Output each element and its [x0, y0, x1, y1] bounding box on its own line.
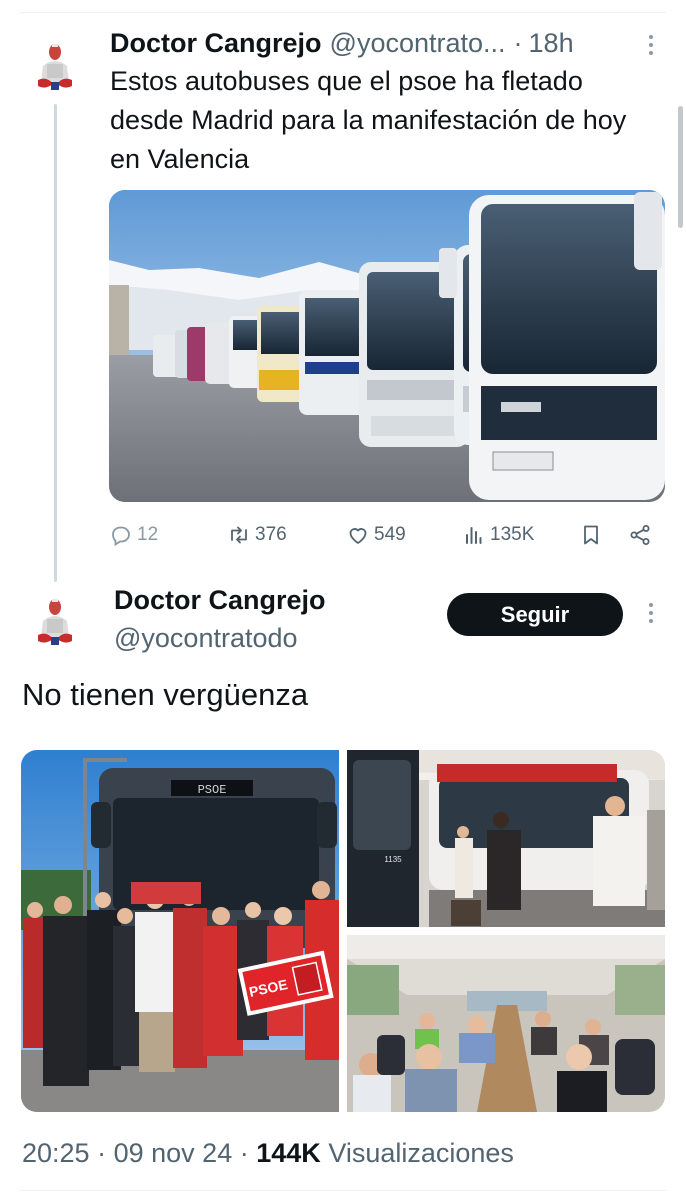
retweet-count: 376 [255, 524, 287, 545]
main-tweet-text: No tienen vergüenza [22, 677, 309, 712]
bus-number-text: 1135 [384, 855, 402, 864]
author-avatar[interactable] [33, 36, 77, 94]
share-button[interactable] [628, 515, 652, 555]
views-icon [466, 527, 482, 544]
retweet-button[interactable]: 376 [227, 515, 287, 555]
share-icon [630, 525, 650, 545]
reply-count: 12 [137, 524, 159, 545]
reply-tweet-header: Doctor Cangrejo @yocontrato... · 18h [110, 27, 670, 59]
thread-line [54, 104, 57, 582]
author-name[interactable]: Doctor Cangrejo [114, 585, 326, 616]
author-name[interactable]: Doctor Cangrejo [110, 28, 322, 59]
more-icon[interactable] [641, 30, 661, 60]
scrollbar[interactable] [678, 106, 683, 228]
bus-sign-text: PSOE [198, 783, 227, 797]
bottom-divider [20, 1190, 666, 1191]
tweet-date[interactable]: 09 nov 24 [114, 1138, 233, 1168]
separator-dot: · [513, 27, 523, 58]
follow-button[interactable]: Seguir [447, 593, 623, 636]
photo-grid: PSOE PSOE 1135 [21, 750, 665, 1112]
author-avatar[interactable] [33, 591, 77, 649]
tweet-time[interactable]: 20:25 [22, 1138, 90, 1168]
more-icon[interactable] [641, 598, 661, 628]
separator-dot: · [239, 1138, 249, 1168]
like-count: 549 [374, 524, 406, 545]
top-divider [20, 12, 666, 13]
reply-button[interactable]: 12 [109, 515, 158, 555]
like-button[interactable]: 549 [346, 515, 406, 555]
photo-bus-interior[interactable] [347, 935, 665, 1112]
bookmark-button[interactable] [579, 515, 603, 555]
tweet-meta: 20:25 · 09 nov 24 · 144K Visualizaciones [22, 1138, 514, 1169]
views-count: 135K [490, 524, 535, 545]
photo-boarding-bus[interactable]: 1135 [347, 750, 665, 927]
separator-dot: · [97, 1138, 107, 1168]
views-count: 144K [256, 1138, 321, 1168]
bus-photo[interactable] [109, 190, 665, 502]
views-label: Visualizaciones [328, 1138, 514, 1168]
retweet-icon [231, 526, 247, 544]
bookmark-icon [584, 525, 598, 545]
like-icon [349, 528, 367, 544]
photo-group-with-bus[interactable]: PSOE PSOE [21, 750, 339, 1112]
views-button[interactable]: 135K [462, 515, 534, 555]
reply-tweet-actions: 12 376 549 135K [109, 515, 665, 555]
author-handle[interactable]: @yocontratodo [114, 623, 298, 654]
tweet-time[interactable]: 18h [529, 28, 574, 59]
author-handle[interactable]: @yocontrato... [330, 28, 506, 59]
reply-tweet-text: Estos autobuses que el psoe ha fletado d… [110, 66, 627, 174]
reply-icon [112, 526, 130, 547]
